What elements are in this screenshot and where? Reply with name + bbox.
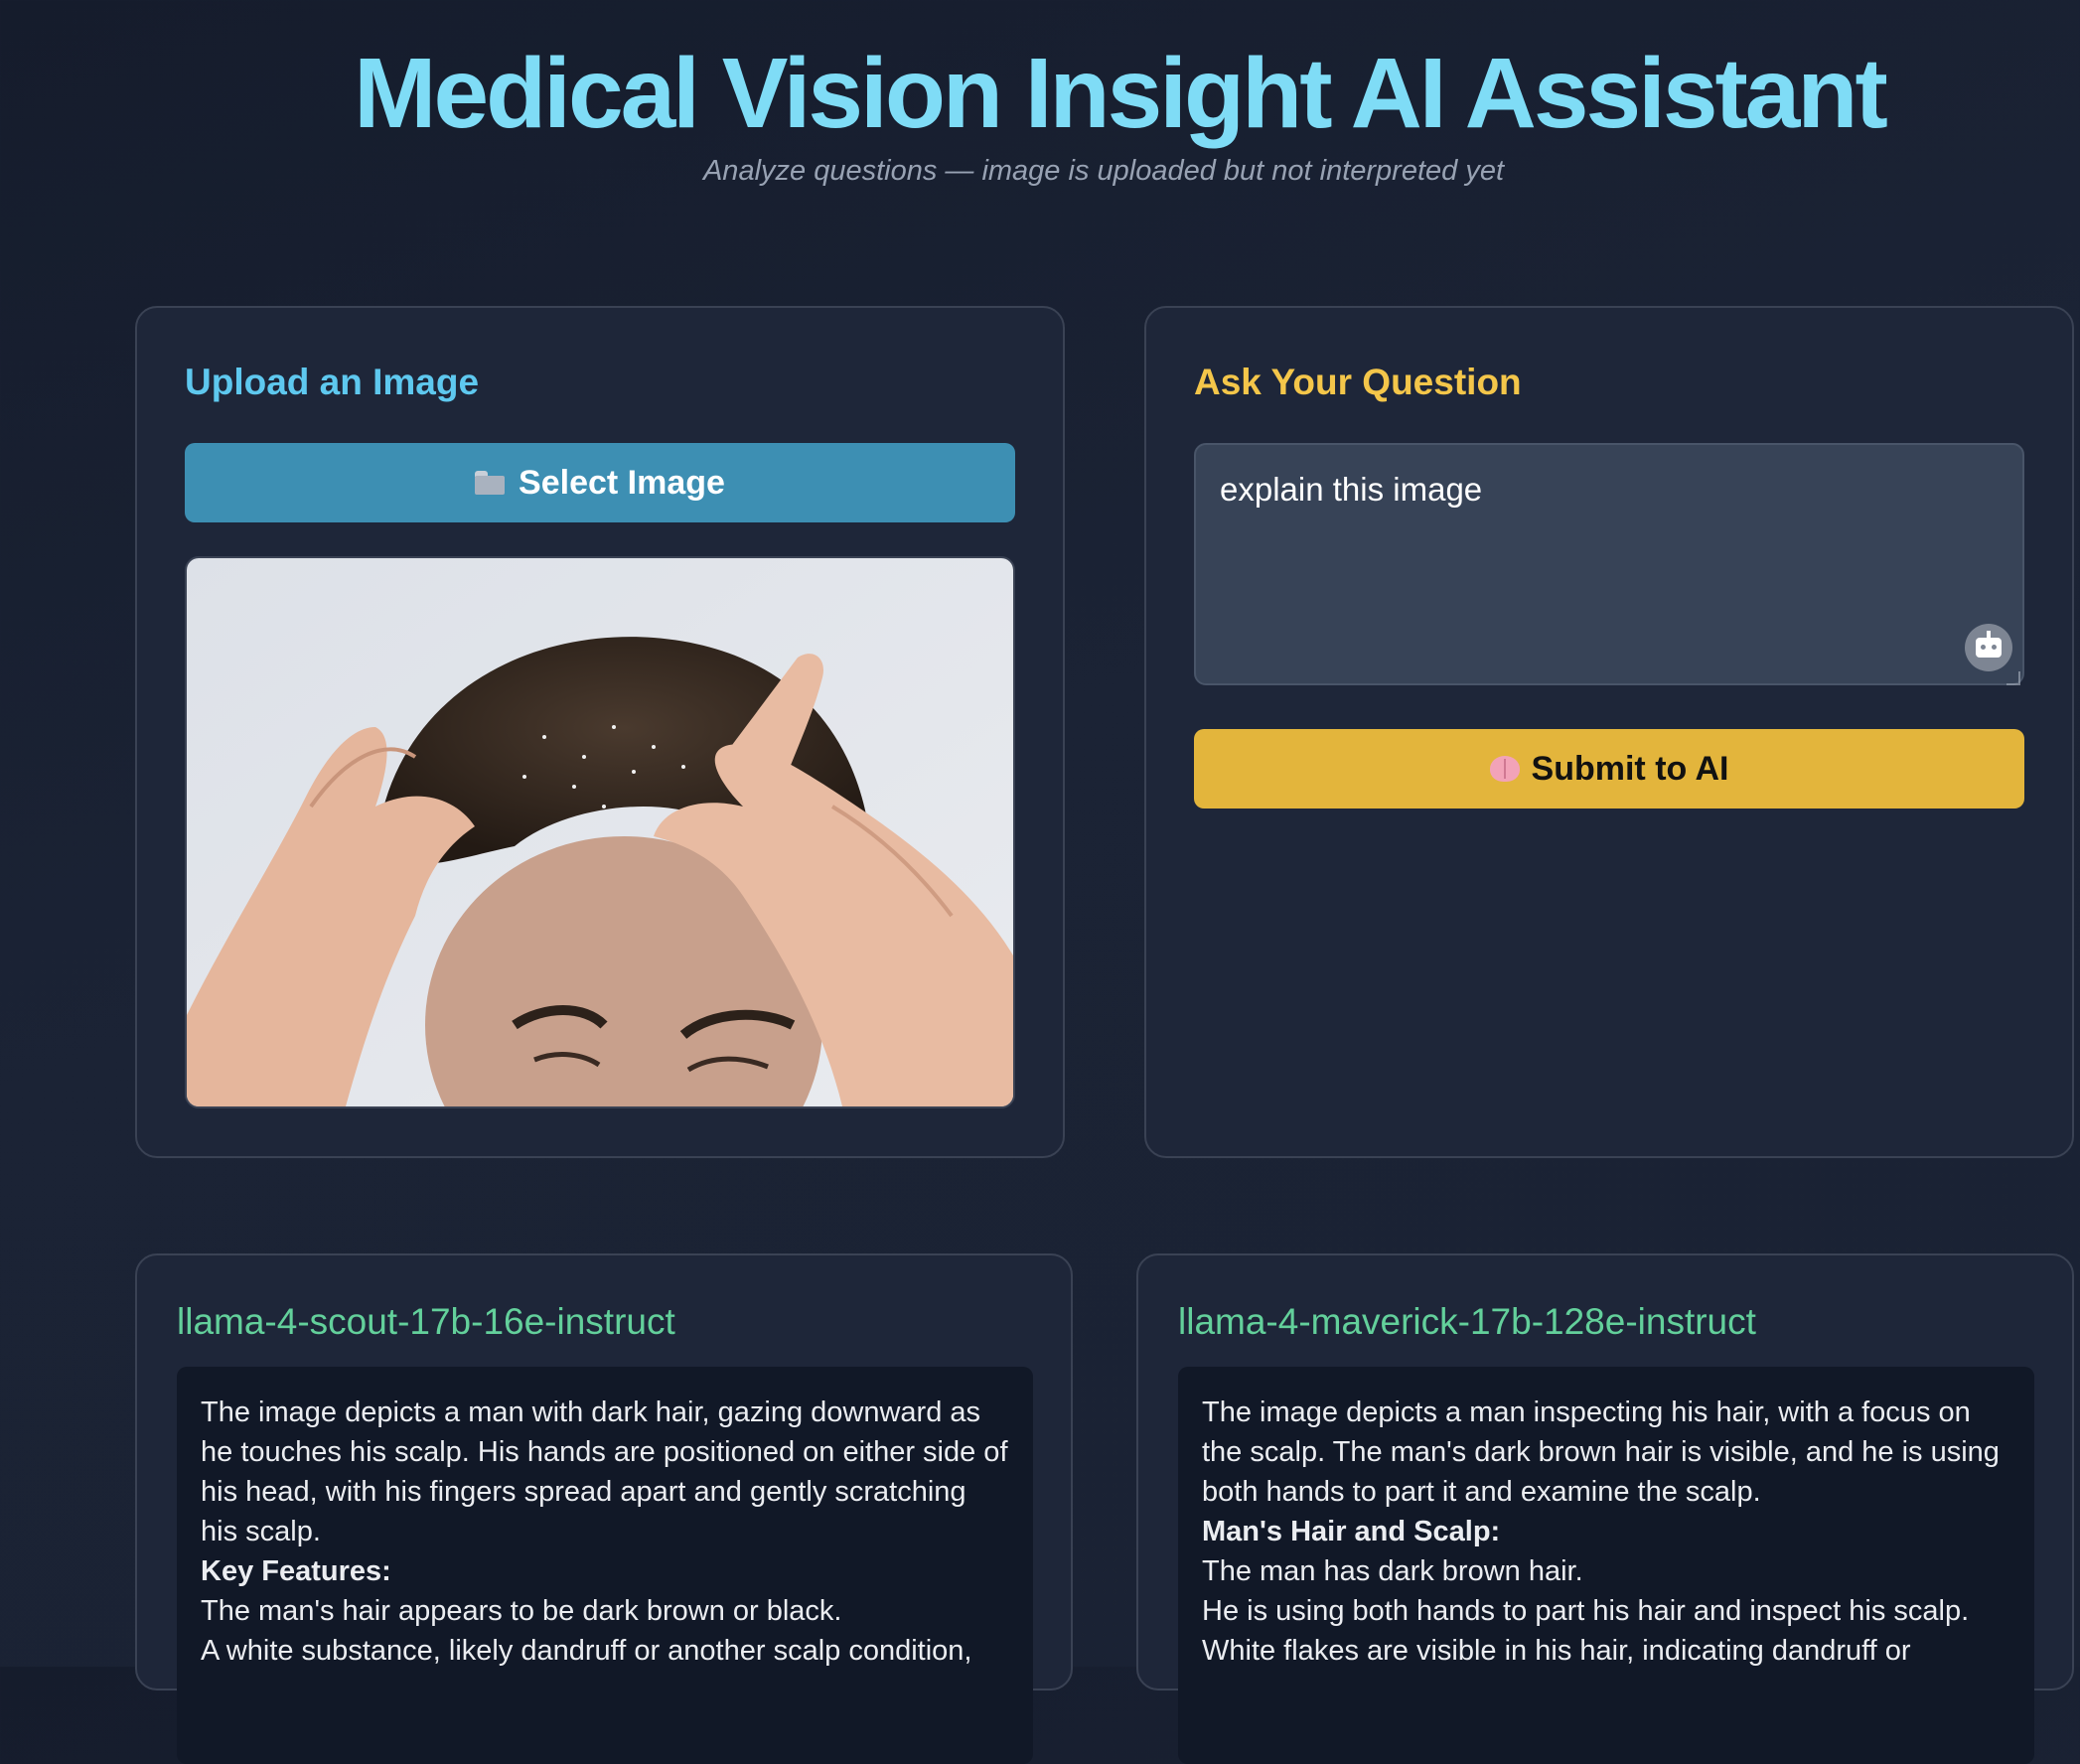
ask-heading: Ask Your Question bbox=[1194, 362, 1522, 402]
image-preview bbox=[185, 556, 1015, 1108]
answer-paragraph: The image depicts a man with dark hair, … bbox=[201, 1396, 1008, 1547]
question-input[interactable]: explain this image bbox=[1194, 443, 2024, 685]
assistant-button[interactable] bbox=[1965, 624, 2012, 671]
robot-icon bbox=[1976, 631, 2002, 658]
question-panel: Ask Your Question explain this image Sub… bbox=[1144, 306, 2074, 1158]
submit-to-ai-button[interactable]: Submit to AI bbox=[1194, 729, 2024, 808]
select-image-label: Select Image bbox=[519, 463, 725, 502]
brain-icon bbox=[1489, 756, 1520, 782]
answer-paragraph: White flakes are visible in his hair, in… bbox=[1202, 1635, 1911, 1667]
model-result-scout: llama-4-scout-17b-16e-instruct The image… bbox=[135, 1253, 1073, 1764]
upload-panel: Upload an Image Select Image bbox=[135, 306, 1065, 1158]
page-header: Medical Vision Insight AI Assistant Anal… bbox=[0, 0, 2080, 209]
page-subtitle: Analyze questions — image is uploaded bu… bbox=[702, 155, 1505, 187]
upload-heading: Upload an Image bbox=[185, 362, 480, 402]
model-name: llama-4-scout-17b-16e-instruct bbox=[177, 1301, 675, 1342]
answer-paragraph: A white substance, likely dandruff or an… bbox=[201, 1635, 972, 1667]
answer-paragraph: He is using both hands to part his hair … bbox=[1202, 1595, 1970, 1627]
answer-paragraph: The man has dark brown hair. bbox=[1202, 1555, 1583, 1587]
answer-paragraph: The image depicts a man inspecting his h… bbox=[1202, 1396, 2000, 1508]
model-answer: The image depicts a man inspecting his h… bbox=[1178, 1367, 2034, 1764]
answer-paragraph: The man's hair appears to be dark brown … bbox=[201, 1595, 842, 1627]
model-answer: The image depicts a man with dark hair, … bbox=[177, 1367, 1033, 1764]
model-name: llama-4-maverick-17b-128e-instruct bbox=[1178, 1301, 1756, 1342]
model-result-maverick: llama-4-maverick-17b-128e-instruct The i… bbox=[1136, 1253, 2074, 1764]
select-image-button[interactable]: Select Image bbox=[185, 443, 1015, 522]
folder-icon bbox=[475, 471, 506, 495]
answer-section-heading: Man's Hair and Scalp: bbox=[1202, 1516, 1501, 1547]
page-title: Medical Vision Insight AI Assistant bbox=[354, 38, 1888, 149]
submit-label: Submit to AI bbox=[1531, 749, 1729, 788]
answer-section-heading: Key Features: bbox=[201, 1555, 391, 1587]
uploaded-photo bbox=[187, 558, 1013, 1106]
resize-handle[interactable] bbox=[2006, 671, 2020, 685]
